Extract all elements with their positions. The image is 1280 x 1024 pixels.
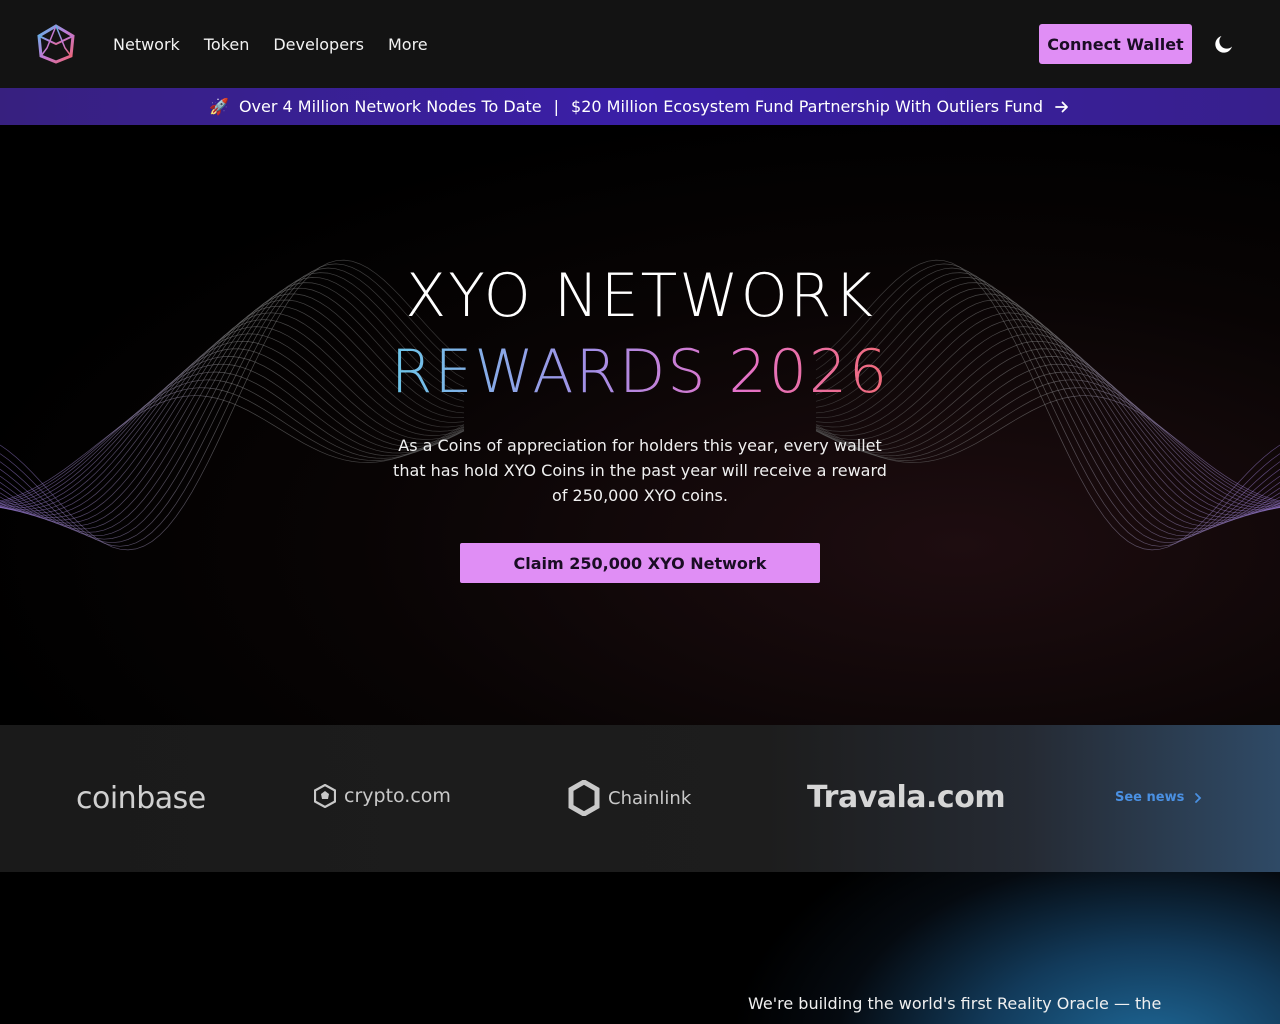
- announcement-nodes: Over 4 Million Network Nodes To Date: [238, 97, 542, 116]
- connect-wallet-button[interactable]: Connect Wallet: [1039, 24, 1192, 64]
- announcement-banner[interactable]: 🚀 Over 4 Million Network Nodes To Date |…: [0, 88, 1280, 125]
- nav-network[interactable]: Network: [113, 35, 180, 54]
- chevron-right-icon: [1195, 792, 1202, 803]
- xyo-logo-icon[interactable]: [35, 24, 77, 64]
- main-nav: Network Token Developers More: [113, 0, 428, 88]
- moon-icon[interactable]: [1212, 32, 1236, 56]
- hero-description: As a Coins of appreciation for holders t…: [393, 436, 887, 505]
- crypto-com-wordmark: crypto.com: [344, 785, 451, 807]
- claim-button[interactable]: Claim 250,000 XYO Network: [460, 543, 820, 583]
- chainlink-wordmark: Chainlink: [608, 787, 692, 809]
- announcement-separator: |: [553, 97, 560, 116]
- arrow-right-icon[interactable]: [1053, 98, 1071, 116]
- partners-strip: coinbase crypto.com Chainlink Travala.co…: [0, 725, 1280, 872]
- hero-subtitle: REWARDS 2026: [0, 337, 1280, 407]
- crypto-com-icon: [314, 784, 336, 808]
- crypto-com-logo[interactable]: crypto.com: [314, 784, 451, 808]
- intro-section: We're building the world's first Reality…: [0, 872, 1280, 1024]
- hero-section: XYO NETWORK REWARDS 2026 As a Coins of a…: [0, 125, 1280, 725]
- chainlink-logo[interactable]: Chainlink: [568, 780, 691, 816]
- nav-token[interactable]: Token: [204, 35, 250, 54]
- nav-developers[interactable]: Developers: [273, 35, 364, 54]
- see-news-label: See news: [1115, 790, 1185, 805]
- travala-wordmark: Travala.com: [807, 780, 1006, 815]
- rocket-icon: 🚀: [209, 97, 229, 116]
- top-navbar: Network Token Developers More Connect Wa…: [0, 0, 1280, 88]
- hero-subtitle-text: REWARDS 2026: [390, 337, 890, 407]
- chainlink-icon: [568, 780, 600, 816]
- travala-logo[interactable]: Travala.com: [807, 780, 1006, 815]
- hero-title: XYO NETWORK: [405, 261, 875, 331]
- intro-text: We're building the world's first Reality…: [748, 994, 1162, 1013]
- see-news-link[interactable]: See news: [1115, 790, 1202, 805]
- coinbase-logo[interactable]: coinbase: [76, 781, 206, 816]
- coinbase-wordmark: coinbase: [76, 781, 206, 816]
- announcement-fund: $20 Million Ecosystem Fund Partnership W…: [571, 97, 1043, 116]
- wave-mesh-background: [0, 259, 1280, 551]
- nav-more[interactable]: More: [388, 35, 428, 54]
